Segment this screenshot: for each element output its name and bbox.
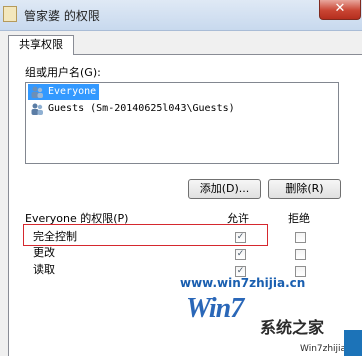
permission-name-read: 读取 [33,263,55,276]
allow-checkbox-change[interactable]: ✓ [235,249,246,260]
group-user-label: 组或用户名(G): [25,66,101,79]
permission-name-full-control: 完全控制 [33,230,77,243]
allow-column-header: 允许 [227,212,249,225]
folder-lock-icon [3,6,17,22]
deny-checkbox-change[interactable] [295,249,306,260]
add-button[interactable]: 添加(D)... [188,179,261,199]
users-group-icon [31,103,43,115]
window-title: 管家婆 的权限 [24,9,100,23]
user-listbox[interactable]: Everyone Guests (Sm-20140625l043\Guests) [25,82,339,164]
deny-column-header: 拒绝 [288,212,310,225]
tab-share-permissions[interactable]: 共享权限 [8,35,74,55]
permissions-header-label: Everyone 的权限(P) [25,212,129,225]
user-name: Guests (Sm-20140625l043\Guests) [48,103,235,114]
watermark-url: www.win7zhijia.cn [180,276,306,290]
user-name: Everyone [48,86,97,97]
list-item-everyone[interactable]: Everyone [28,84,100,100]
users-group-icon [31,86,43,98]
allow-checkbox-full-control[interactable]: ✓ [235,232,246,243]
watermark-logo-sub: 系统之家 [260,318,325,337]
title-bar: 管家婆 的权限 ✕ [0,0,362,31]
deny-checkbox-full-control[interactable] [295,232,306,243]
watermark-logo: Win7 [186,293,244,324]
close-button[interactable]: ✕ [319,0,361,20]
list-item-guests[interactable]: Guests (Sm-20140625l043\Guests) [28,101,238,117]
remove-button[interactable]: 删除(R) [268,179,341,199]
permission-name-change: 更改 [33,246,55,259]
watermark-swirl-icon [344,330,362,356]
